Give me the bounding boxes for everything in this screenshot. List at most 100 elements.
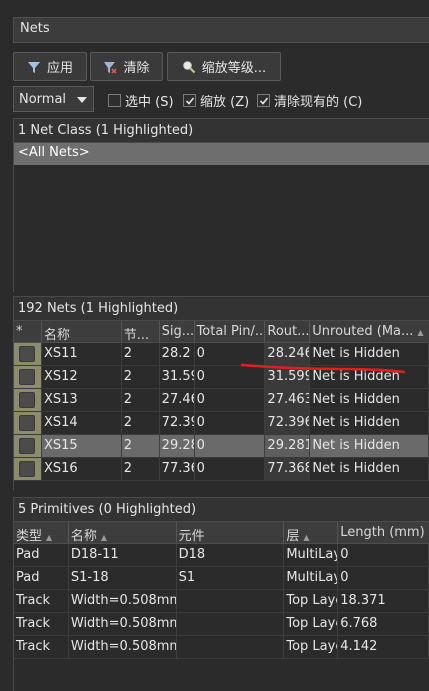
net-total-pin: 0 bbox=[195, 412, 266, 434]
net-color-swatch[interactable] bbox=[19, 438, 36, 454]
prim-type: Track bbox=[14, 613, 69, 635]
prim-layer: Top Laye bbox=[284, 590, 339, 612]
net-row[interactable]: XS14272.39072.396Net is Hidden bbox=[14, 412, 429, 435]
col-total-pin[interactable]: Total Pin/... bbox=[195, 321, 266, 342]
annotation-underline bbox=[240, 363, 406, 374]
primitive-row[interactable]: Track Width=0.508mm Top Laye 4.142 bbox=[14, 636, 429, 659]
net-name: XS15 bbox=[42, 435, 122, 457]
prim-type: Track bbox=[14, 590, 69, 612]
col-name[interactable]: 名称 bbox=[42, 321, 122, 342]
prim-layer: MultiLay bbox=[284, 544, 339, 566]
filter-clear-icon bbox=[104, 61, 118, 74]
net-color-cell[interactable] bbox=[14, 343, 42, 365]
prim-layer: Top Laye bbox=[284, 613, 339, 635]
sort-up-icon: ▲ bbox=[46, 533, 53, 542]
net-total-pin: 0 bbox=[195, 435, 266, 457]
net-nodes: 2 bbox=[122, 366, 160, 388]
sort-up-icon: ▲ bbox=[303, 533, 310, 542]
primitives-title: 5 Primitives (0 Highlighted) bbox=[14, 497, 429, 522]
select-label: 选中 (S) bbox=[125, 95, 174, 110]
net-unrouted: Net is Hidden bbox=[310, 412, 429, 434]
net-name: XS11 bbox=[42, 343, 122, 365]
nets-title: 192 Nets (1 Highlighted) bbox=[14, 296, 429, 321]
checkmark-icon bbox=[185, 96, 194, 105]
col-length[interactable]: Length (mm) bbox=[338, 522, 429, 543]
net-color-cell[interactable] bbox=[14, 389, 42, 411]
zoom-label: 缩放 (Z) bbox=[200, 95, 250, 110]
col-routed[interactable]: Rout... bbox=[265, 321, 311, 342]
clear-existing-option[interactable]: 清除现有的 (C) bbox=[257, 91, 362, 110]
col-type[interactable]: 类型 ▲ bbox=[14, 522, 69, 543]
sort-up-icon: ▲ bbox=[417, 328, 424, 337]
primitive-row[interactable]: Pad S1-18 S1 MultiLay 0 bbox=[14, 567, 429, 590]
col-star[interactable]: * bbox=[14, 321, 42, 342]
net-signal-length: 72.39 bbox=[160, 412, 195, 434]
col-layer[interactable]: 层 ▲ bbox=[284, 522, 339, 543]
mode-select[interactable]: Normal bbox=[13, 86, 94, 112]
net-nodes: 2 bbox=[122, 412, 160, 434]
net-color-cell[interactable] bbox=[14, 412, 42, 434]
net-nodes: 2 bbox=[122, 458, 160, 480]
net-class-item[interactable]: <All Nets> bbox=[14, 143, 429, 165]
clear-button[interactable]: 清除 bbox=[90, 52, 163, 81]
primitives-table-header: 类型 ▲ 名称 ▲ 元件 层 ▲ Length (mm) bbox=[14, 522, 429, 544]
net-color-cell[interactable] bbox=[14, 458, 42, 480]
apply-button[interactable]: 应用 bbox=[13, 52, 87, 81]
prim-component bbox=[177, 613, 285, 635]
col-layer-label: 层 bbox=[286, 529, 300, 543]
net-row[interactable]: XS13227.46027.463Net is Hidden bbox=[14, 389, 429, 412]
zoom-checkbox[interactable] bbox=[183, 94, 196, 107]
select-option[interactable]: 选中 (S) bbox=[108, 91, 174, 110]
net-color-cell[interactable] bbox=[14, 435, 42, 457]
net-color-cell[interactable] bbox=[14, 366, 42, 388]
net-color-swatch[interactable] bbox=[19, 392, 36, 408]
col-nodes[interactable]: 节... bbox=[122, 321, 160, 342]
prim-length: 4.142 bbox=[338, 636, 429, 658]
prim-length: 6.768 bbox=[338, 613, 429, 635]
prim-name: D18-11 bbox=[69, 544, 177, 566]
primitive-row[interactable]: Track Width=0.508mm Top Laye 6.768 bbox=[14, 613, 429, 636]
net-name: XS13 bbox=[42, 389, 122, 411]
mode-select-value: Normal bbox=[19, 91, 67, 107]
col-prim-name[interactable]: 名称 ▲ bbox=[69, 522, 177, 543]
prim-name: Width=0.508mm bbox=[69, 613, 177, 635]
select-checkbox[interactable] bbox=[108, 94, 121, 107]
prim-type: Pad bbox=[14, 567, 69, 589]
net-signal-length: 77.36 bbox=[160, 458, 195, 480]
net-nodes: 2 bbox=[122, 389, 160, 411]
net-total-pin: 0 bbox=[195, 389, 266, 411]
net-routed-length: 27.463 bbox=[265, 389, 311, 411]
zoom-level-button[interactable]: 缩放等级... bbox=[167, 52, 281, 81]
net-name: XS16 bbox=[42, 458, 122, 480]
prim-component bbox=[177, 636, 285, 658]
net-row[interactable]: XS15229.28029.281Net is Hidden bbox=[14, 435, 429, 458]
clear-existing-checkbox[interactable] bbox=[257, 94, 270, 107]
net-row[interactable]: XS16277.36077.368Net is Hidden bbox=[14, 458, 429, 481]
col-prim-name-label: 名称 bbox=[70, 529, 97, 543]
net-signal-length: 31.59 bbox=[160, 366, 195, 388]
primitive-row[interactable]: Pad D18-11 D18 MultiLay 0 bbox=[14, 544, 429, 567]
primitive-row[interactable]: Track Width=0.508mm Top Laye 18.371 bbox=[14, 590, 429, 613]
net-signal-length: 28.2 bbox=[160, 343, 195, 365]
filter-icon bbox=[27, 61, 40, 73]
net-color-swatch[interactable] bbox=[19, 346, 36, 362]
net-routed-length: 29.281 bbox=[265, 435, 311, 457]
col-unrouted[interactable]: Unrouted (Ma... ▲ bbox=[310, 321, 429, 342]
net-color-swatch[interactable] bbox=[19, 415, 36, 431]
col-signal[interactable]: Sig... bbox=[160, 321, 195, 342]
zoom-option[interactable]: 缩放 (Z) bbox=[183, 91, 249, 110]
net-nodes: 2 bbox=[122, 435, 160, 457]
net-routed-length: 77.368 bbox=[265, 458, 311, 480]
net-nodes: 2 bbox=[122, 343, 160, 365]
checkmark-icon bbox=[259, 96, 268, 105]
net-color-swatch[interactable] bbox=[19, 461, 36, 477]
clear-label: 清除 bbox=[123, 61, 150, 76]
col-component[interactable]: 元件 bbox=[177, 522, 285, 543]
col-type-label: 类型 bbox=[16, 529, 43, 543]
primitives-section: 5 Primitives (0 Highlighted) 类型 ▲ 名称 ▲ 元件 … bbox=[13, 497, 429, 691]
net-color-swatch[interactable] bbox=[19, 369, 36, 385]
zoom-level-label: 缩放等级... bbox=[201, 61, 267, 76]
panel-title: Nets bbox=[13, 17, 429, 43]
prim-name: S1-18 bbox=[69, 567, 177, 589]
prim-length: 0 bbox=[338, 544, 429, 566]
